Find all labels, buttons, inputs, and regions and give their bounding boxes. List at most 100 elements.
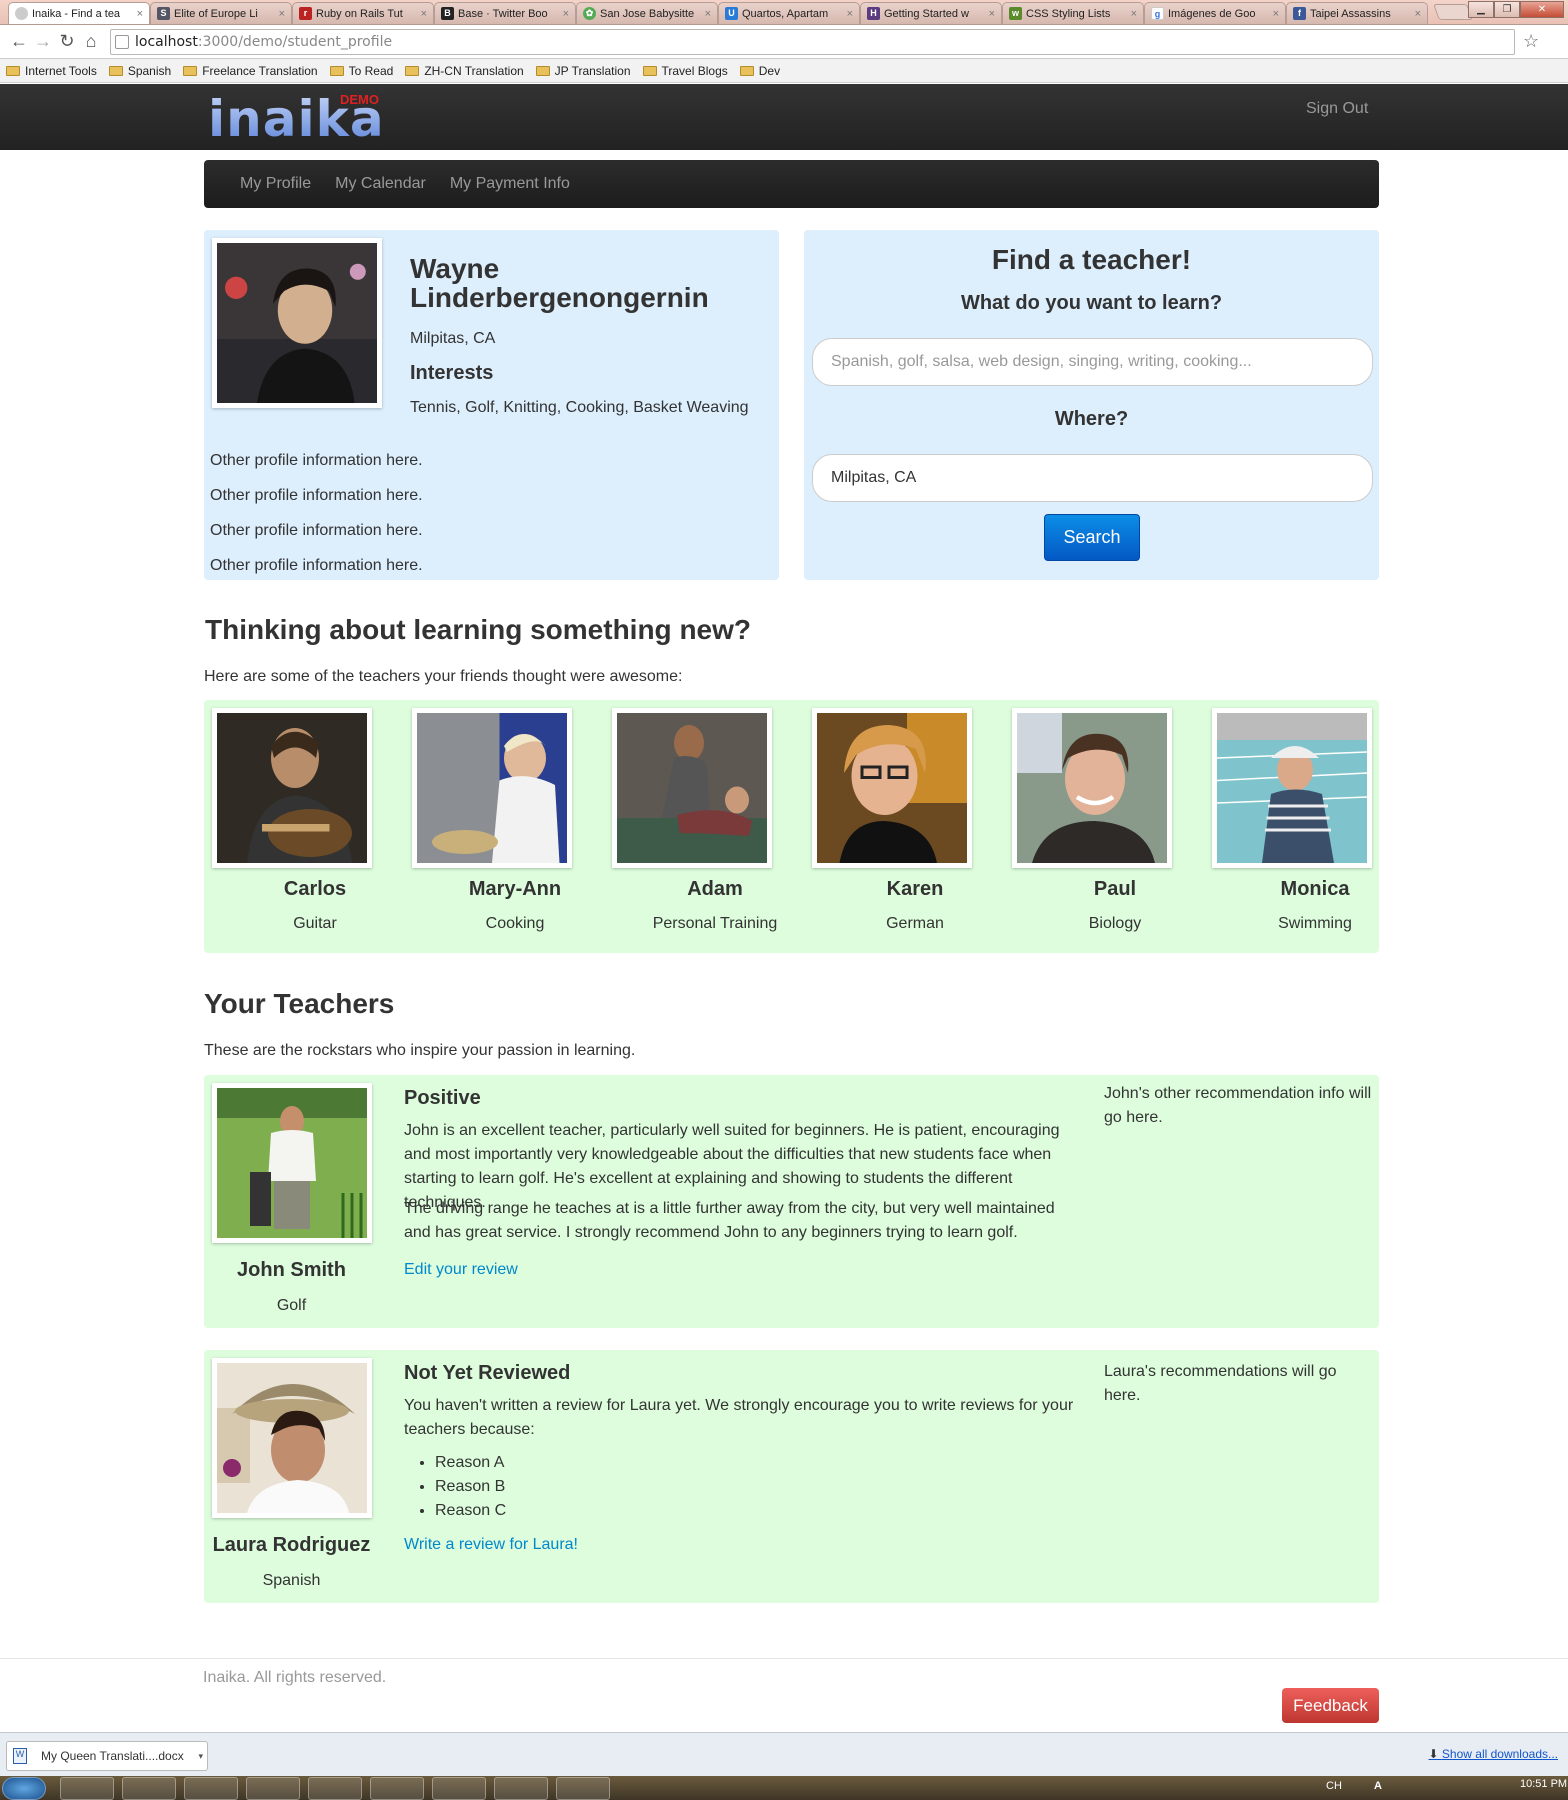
close-tab-icon[interactable]: × xyxy=(1415,8,1421,20)
explorer-taskbar-icon[interactable] xyxy=(60,1777,114,1800)
feedback-button[interactable]: Feedback xyxy=(1282,1688,1379,1723)
close-window-icon[interactable]: ✕ xyxy=(1520,1,1564,18)
profile-info-line: Other profile information here. xyxy=(210,452,423,469)
bookmark-folder[interactable]: Freelance Translation xyxy=(183,64,318,78)
write-review-link[interactable]: Write a review for Laura! xyxy=(404,1536,578,1554)
teacher-name[interactable]: John Smith xyxy=(204,1259,379,1282)
close-tab-icon[interactable]: × xyxy=(989,8,995,20)
folder-icon xyxy=(6,65,20,76)
bookmark-folder[interactable]: ZH-CN Translation xyxy=(405,64,524,78)
ime-indicator[interactable]: A xyxy=(1374,1780,1382,1792)
teacher-name: Karen xyxy=(886,878,944,900)
browser-tab[interactable]: H Getting Started w × xyxy=(860,2,1002,24)
forward-icon[interactable]: → xyxy=(32,31,54,52)
interests-list: Tennis, Golf, Knitting, Cooking, Basket … xyxy=(410,399,749,416)
bookmark-folder[interactable]: Spanish xyxy=(108,64,171,78)
where-input[interactable]: Milpitas, CA xyxy=(812,454,1373,502)
what-search-input[interactable]: Spanish, golf, salsa, web design, singin… xyxy=(812,338,1373,386)
close-tab-icon[interactable]: × xyxy=(847,8,853,20)
search-button[interactable]: Search xyxy=(1044,514,1140,561)
url-field[interactable]: localhost:3000/demo/student_profile xyxy=(110,28,1515,55)
home-icon[interactable]: ⌂ xyxy=(80,31,102,52)
edit-review-link[interactable]: Edit your review xyxy=(404,1261,518,1279)
close-tab-icon[interactable]: × xyxy=(279,8,285,20)
your-teachers-subheading: These are the rockstars who inspire your… xyxy=(204,1042,636,1059)
bookmark-folder[interactable]: JP Translation xyxy=(535,64,631,78)
nav-my-profile[interactable]: My Profile xyxy=(240,175,311,193)
clock[interactable]: 10:51 PM xyxy=(1520,1778,1567,1790)
close-tab-icon[interactable]: × xyxy=(563,8,569,20)
maximize-icon[interactable]: ❐ xyxy=(1494,1,1520,18)
teacher-subject: Cooking xyxy=(485,915,545,932)
flower-icon: ✿ xyxy=(583,7,596,20)
people-taskbar-icon[interactable] xyxy=(122,1777,176,1800)
rails-icon: r xyxy=(299,7,312,20)
profile-info-line: Other profile information here. xyxy=(210,487,423,504)
recommended-heading: Thinking about learning something new? xyxy=(205,614,751,645)
b-icon: B xyxy=(441,7,454,20)
teacher-name: Carlos xyxy=(283,878,347,900)
your-teachers-heading: Your Teachers xyxy=(204,988,395,1019)
notes-taskbar-icon[interactable] xyxy=(556,1777,610,1800)
show-all-downloads-link[interactable]: ⬇ Show all downloads... xyxy=(1429,1747,1558,1761)
teacher-name: Adam xyxy=(687,878,743,900)
browser-tab[interactable]: f Taipei Assassins × xyxy=(1286,2,1428,24)
site-header: inaika DEMO Sign Out xyxy=(0,84,1568,150)
language-indicator[interactable]: CH xyxy=(1326,1780,1342,1792)
teacher-name[interactable]: Laura Rodriguez xyxy=(204,1534,379,1557)
profile-info-line: Other profile information here. xyxy=(210,557,423,574)
browser-tab[interactable]: B Base · Twitter Boo × xyxy=(434,2,576,24)
sign-out-link[interactable]: Sign Out xyxy=(1306,100,1368,118)
chevron-down-icon[interactable]: ▾ xyxy=(198,1751,203,1762)
teacher-subject: Personal Training xyxy=(652,915,778,932)
bookmark-star-icon[interactable]: ☆ xyxy=(1523,31,1539,52)
bookmark-folder[interactable]: Internet Tools xyxy=(6,64,97,78)
new-tab-button[interactable] xyxy=(1433,4,1473,20)
folder-icon xyxy=(329,65,344,76)
browser-tab[interactable]: ✿ San Jose Babysitte × xyxy=(576,2,718,24)
browser-tab[interactable]: Inaika - Find a tea × xyxy=(8,2,150,24)
browser-tab[interactable]: g Imágenes de Goo × xyxy=(1144,2,1286,24)
teacher-photo xyxy=(612,708,772,868)
bookmark-folder[interactable]: Dev xyxy=(739,64,780,78)
bookmark-folder[interactable]: Travel Blogs xyxy=(642,64,728,78)
browser-tab[interactable]: r Ruby on Rails Tut × xyxy=(292,2,434,24)
teacher-photo[interactable] xyxy=(212,1083,372,1243)
close-tab-icon[interactable]: × xyxy=(1131,8,1137,20)
w3-icon: w xyxy=(1009,7,1022,20)
bookmark-folder[interactable]: To Read xyxy=(329,64,393,78)
photoshop-taskbar-icon[interactable] xyxy=(494,1777,548,1800)
close-tab-icon[interactable]: × xyxy=(705,8,711,20)
terminal-taskbar-icon[interactable] xyxy=(370,1777,424,1800)
back-icon[interactable]: ← xyxy=(8,31,30,52)
list-item: Reason A xyxy=(435,1451,506,1475)
avatar xyxy=(212,238,382,408)
close-tab-icon[interactable]: × xyxy=(1273,8,1279,20)
close-tab-icon[interactable]: × xyxy=(421,8,427,20)
sublime-taskbar-icon[interactable] xyxy=(432,1777,486,1800)
browser-tab[interactable]: w CSS Styling Lists × xyxy=(1002,2,1144,24)
profile-name: Wayne Linderbergenongernin xyxy=(410,253,709,313)
browser-tab[interactable]: U Quartos, Apartam × xyxy=(718,2,860,24)
nav-my-payment-info[interactable]: My Payment Info xyxy=(450,175,570,193)
downloads-bar: W My Queen Translati....docx ▾ ⬇ Show al… xyxy=(0,1732,1568,1776)
demo-badge: DEMO xyxy=(340,92,379,107)
copyright: Inaika. All rights reserved. xyxy=(203,1669,387,1686)
reload-icon[interactable]: ↻ xyxy=(56,31,78,52)
start-button[interactable] xyxy=(2,1777,46,1800)
close-tab-icon[interactable]: × xyxy=(137,8,143,20)
browser-taskbar-icon[interactable] xyxy=(308,1777,362,1800)
teacher-name: Monica xyxy=(1280,878,1350,900)
recommended-subheading: Here are some of the teachers your frien… xyxy=(204,668,683,685)
teacher-photo xyxy=(1012,708,1172,868)
review-heading: Not Yet Reviewed xyxy=(404,1362,571,1384)
skype-taskbar-icon[interactable] xyxy=(246,1777,300,1800)
teacher-photo[interactable] xyxy=(212,1358,372,1518)
browser-tab[interactable]: S Elite of Europe Li × xyxy=(150,2,292,24)
browser-tab-strip: Inaika - Find a tea × S Elite of Europe Li… xyxy=(0,0,1568,25)
minimize-icon[interactable]: ▁ xyxy=(1468,1,1494,18)
nav-my-calendar[interactable]: My Calendar xyxy=(335,175,426,193)
download-item[interactable]: W My Queen Translati....docx ▾ xyxy=(6,1741,208,1771)
chrome-taskbar-icon[interactable] xyxy=(184,1777,238,1800)
folder-icon xyxy=(535,65,550,76)
